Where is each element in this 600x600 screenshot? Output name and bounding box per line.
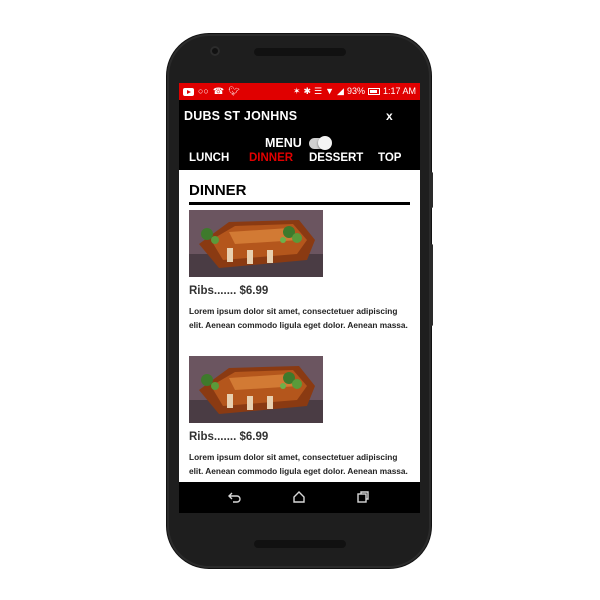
tab-dessert[interactable]: DESSERT — [309, 152, 363, 164]
menu-label: MENU — [265, 136, 302, 150]
battery-icon — [367, 88, 380, 95]
home-icon[interactable] — [291, 489, 307, 505]
menu-item[interactable]: Ribs....... $6.99 Lorem ipsum dolor sit … — [189, 356, 411, 478]
twitter-icon: 🐦︎ — [228, 86, 240, 96]
tab-lunch[interactable]: LUNCH — [189, 152, 229, 164]
tab-dinner[interactable]: DINNER — [249, 152, 293, 164]
battery-percent: 93% — [346, 86, 365, 96]
phone-call-icon: ☎ — [212, 86, 225, 96]
back-icon[interactable] — [227, 489, 243, 505]
bluetooth-icon: ✱ — [303, 86, 312, 96]
ribs-photo — [189, 210, 323, 277]
section-title: DINNER — [189, 182, 247, 199]
nfc-icon: ✶ — [292, 86, 301, 96]
front-camera-icon — [210, 46, 220, 56]
vibrate-icon: ☰ — [314, 86, 323, 96]
section-divider — [189, 202, 410, 205]
system-nav-bar — [179, 482, 420, 513]
menu-toggle-switch[interactable] — [308, 135, 332, 150]
category-tabs: LUNCH DINNER DESSERT TOP — [179, 152, 420, 168]
volume-button — [430, 244, 433, 326]
app-title: DUBS ST JONHNS — [184, 109, 298, 123]
screen: ○○ ☎ 🐦︎ ✶ ✱ ☰ ▼ ◢ 93% 1:17 AM DUBS ST JO… — [179, 83, 420, 513]
close-button[interactable]: x — [386, 109, 393, 123]
power-button — [430, 172, 433, 208]
bottom-speaker — [254, 540, 346, 548]
item-description: Lorem ipsum dolor sit amet, consectetuer… — [189, 452, 408, 476]
earpiece-speaker — [254, 48, 346, 56]
youtube-icon — [183, 87, 194, 96]
menu-content[interactable]: DINNER Ribs....... $6.99 Lorem ipsum dol… — [179, 170, 420, 482]
item-description: Lorem ipsum dolor sit amet, consectetuer… — [189, 306, 408, 330]
wifi-icon: ▼ — [325, 86, 335, 96]
clock: 1:17 AM — [382, 86, 416, 96]
item-name-price: Ribs....... $6.99 — [189, 285, 269, 297]
recents-icon[interactable] — [355, 489, 371, 505]
tab-top[interactable]: TOP — [378, 152, 401, 164]
status-bar: ○○ ☎ 🐦︎ ✶ ✱ ☰ ▼ ◢ 93% 1:17 AM — [179, 83, 420, 100]
ribs-photo — [189, 356, 323, 423]
signal-icon: ◢ — [337, 86, 344, 96]
menu-item[interactable]: Ribs....... $6.99 Lorem ipsum dolor sit … — [189, 210, 411, 332]
menu-toggle-row: MENU — [265, 135, 332, 150]
item-name-price: Ribs....... $6.99 — [189, 431, 269, 443]
toggle-knob — [317, 135, 332, 150]
app-header: DUBS ST JONHNS x MENU LUNCH DINNER DESSE… — [179, 100, 420, 170]
voicemail-icon: ○○ — [198, 86, 209, 96]
